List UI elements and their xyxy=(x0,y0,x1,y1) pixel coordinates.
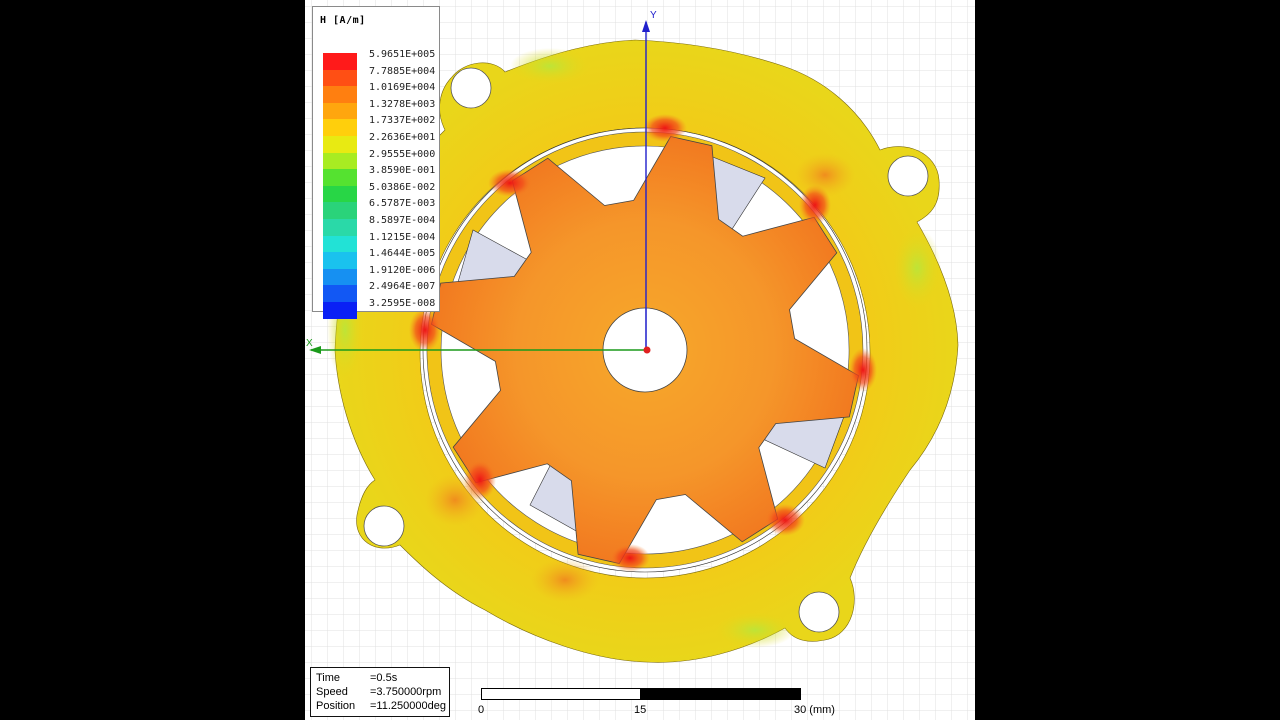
legend-level-label: 1.1215E-004 xyxy=(369,231,436,243)
y-axis-label: Y xyxy=(650,10,657,21)
legend-swatch xyxy=(323,202,357,219)
legend-swatch xyxy=(323,218,357,236)
legend-swatch xyxy=(323,86,357,103)
legend-level-label: 8.5897E-004 xyxy=(369,214,436,226)
legend-level-label: 1.0169E+004 xyxy=(369,82,436,94)
simulation-info-box: Time =0.5s Speed =3.750000rpm Position =11.… xyxy=(310,667,450,717)
legend-swatch xyxy=(323,185,357,203)
legend-swatch xyxy=(323,169,357,186)
legend-level-label: 2.9555E+000 xyxy=(369,148,436,160)
scale-bar-white-segment xyxy=(481,688,641,700)
scale-bar-black-segment xyxy=(640,688,801,700)
speed-value: =3.750000rpm xyxy=(370,686,442,698)
legend-level-label: 1.7337E+002 xyxy=(369,115,436,127)
legend-labels: 5.9651E+005 7.7885E+004 1.0169E+004 1.3278E… xyxy=(369,47,435,313)
legend-swatch xyxy=(323,53,357,70)
legend-level-label: 1.4644E-005 xyxy=(369,248,436,260)
speed-key: Speed xyxy=(316,686,348,698)
legend-swatch xyxy=(323,135,357,153)
time-row: Time =0.5s xyxy=(316,671,397,685)
legend-swatch xyxy=(323,102,357,120)
legend-level-label: 6.5787E-003 xyxy=(369,198,436,210)
origin-marker xyxy=(643,346,651,354)
x-axis-label: X xyxy=(306,338,313,349)
legend-title: H [A/m] xyxy=(320,15,366,26)
legend-level-label: 2.2636E+001 xyxy=(369,131,436,143)
legend-swatch xyxy=(323,268,357,286)
legend-swatch xyxy=(323,235,357,253)
field-plot-viewport[interactable]: Y X H [A/m] 5.9651E+005 7.7885E+004 1.0169… xyxy=(305,0,975,720)
legend-swatch xyxy=(323,119,357,136)
legend-swatch xyxy=(323,152,357,170)
legend-swatches xyxy=(323,53,357,319)
speed-row: Speed =3.750000rpm xyxy=(316,685,441,699)
scale-tick-30: 30 (mm) xyxy=(794,704,835,716)
legend-level-label: 1.9120E-006 xyxy=(369,264,436,276)
legend-level-label: 5.9651E+005 xyxy=(369,49,436,60)
legend-level-label: 2.4964E-007 xyxy=(369,281,436,293)
position-row: Position =11.250000deg xyxy=(316,699,446,713)
legend-level-label: 3.8590E-001 xyxy=(369,165,436,177)
legend-level-label: 3.2595E-008 xyxy=(369,297,436,309)
position-key: Position xyxy=(316,700,356,712)
scale-tick-0: 0 xyxy=(478,704,485,716)
legend-swatch xyxy=(323,69,357,87)
scale-tick-15: 15 xyxy=(634,704,647,716)
position-value: =11.250000deg xyxy=(370,700,446,712)
time-value: =0.5s xyxy=(370,672,398,684)
legend-swatch xyxy=(323,301,357,319)
color-legend[interactable]: H [A/m] 5.9651E+005 7.7885E+004 1.0169E+00… xyxy=(312,6,440,319)
legend-level-label: 1.3278E+003 xyxy=(369,98,436,110)
time-key: Time xyxy=(316,672,341,684)
scale-bar: 0 15 30 (mm) xyxy=(478,688,835,720)
legend-level-label: 7.7885E+004 xyxy=(369,65,436,77)
legend-swatch xyxy=(323,285,357,302)
legend-level-label: 5.0386E-002 xyxy=(369,181,436,193)
legend-swatch xyxy=(323,252,357,269)
